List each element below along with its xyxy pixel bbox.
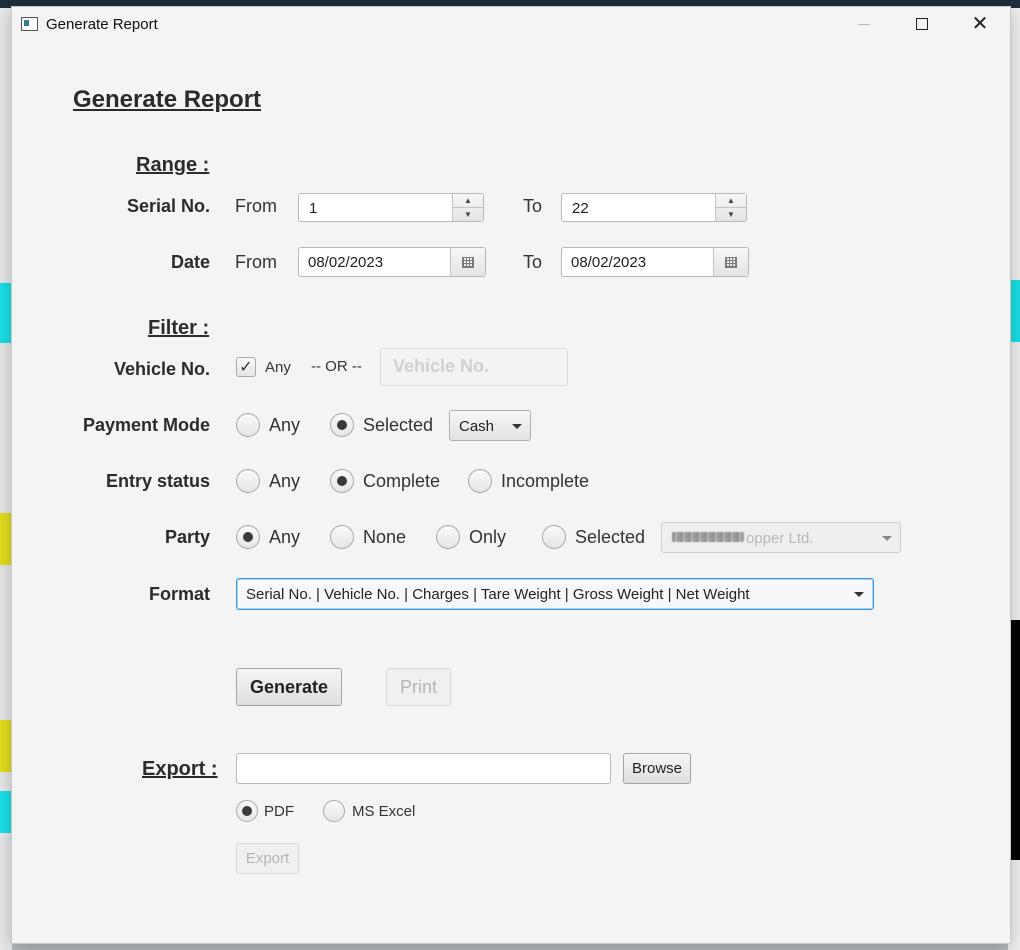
browse-button[interactable]: Browse	[623, 753, 691, 784]
title-bar: Generate Report ✕	[12, 7, 1010, 41]
redacted-text	[672, 532, 744, 542]
payment-selected-label: Selected	[363, 415, 434, 435]
party-only-label: Only	[469, 527, 507, 547]
export-excel-radio[interactable]	[323, 800, 345, 822]
serial-to-value: 22	[572, 200, 589, 217]
format-value: Serial No. | Vehicle No. | Charges | Tar…	[246, 586, 750, 603]
payment-mode-label: Payment Mode	[82, 415, 210, 435]
payment-any-radio[interactable]	[236, 413, 260, 437]
export-path-input[interactable]	[236, 753, 611, 784]
entry-any-radio[interactable]	[236, 469, 260, 493]
maximize-icon	[916, 18, 928, 30]
date-to-picker[interactable]: 08/02/2023	[561, 247, 749, 277]
format-label: Format	[148, 584, 210, 604]
spinner-down-button[interactable]: ▼	[453, 208, 483, 221]
serial-no-label: Serial No.	[126, 196, 210, 216]
party-any-label: Any	[269, 527, 301, 547]
calendar-icon	[725, 256, 737, 268]
calendar-button[interactable]	[450, 248, 485, 276]
serial-to-spinner[interactable]: 22 ▲ ▼	[561, 193, 747, 222]
entry-complete-radio[interactable]	[330, 469, 354, 493]
minimize-icon	[858, 23, 870, 25]
or-separator: -- OR --	[311, 358, 362, 375]
export-pdf-label: PDF	[264, 803, 294, 820]
vehicle-any-label: Any	[265, 359, 291, 376]
party-any-radio[interactable]	[236, 525, 260, 549]
entry-incomplete-label: Incomplete	[501, 471, 590, 491]
spinner-buttons: ▲ ▼	[715, 194, 746, 221]
spinner-buttons: ▲ ▼	[452, 194, 483, 221]
payment-any-label: Any	[269, 415, 301, 435]
calendar-icon	[462, 256, 474, 268]
date-label: Date	[170, 252, 210, 272]
maximize-button[interactable]	[899, 7, 945, 41]
party-only-radio[interactable]	[436, 525, 460, 549]
payment-selected-radio[interactable]	[330, 413, 354, 437]
spinner-down-button[interactable]: ▼	[716, 208, 746, 221]
vehicle-no-label: Vehicle No.	[113, 359, 210, 379]
format-select[interactable]: Serial No. | Vehicle No. | Charges | Tar…	[236, 578, 874, 610]
export-button[interactable]: Export	[236, 843, 299, 874]
spinner-up-button[interactable]: ▲	[716, 194, 746, 208]
close-icon: ✕	[971, 13, 989, 35]
payment-mode-value: Cash	[459, 418, 495, 435]
party-select[interactable]: opper Ltd.	[661, 522, 901, 553]
party-none-label: None	[363, 527, 407, 547]
entry-status-label: Entry status	[105, 471, 210, 491]
spinner-up-button[interactable]: ▲	[453, 194, 483, 208]
export-section-title: Export :	[142, 758, 218, 780]
date-from-picker[interactable]: 08/02/2023	[298, 247, 486, 277]
serial-from-spinner[interactable]: 1 ▲ ▼	[298, 193, 484, 222]
chevron-down-icon	[882, 536, 892, 541]
serial-from-value: 1	[309, 200, 318, 217]
entry-complete-label: Complete	[363, 471, 441, 491]
entry-any-label: Any	[269, 471, 301, 491]
window-title: Generate Report	[46, 16, 158, 33]
vehicle-no-input[interactable]: Vehicle No.	[380, 348, 568, 386]
party-none-radio[interactable]	[330, 525, 354, 549]
print-button[interactable]: Print	[386, 668, 451, 706]
export-pdf-radio[interactable]	[236, 800, 258, 822]
calendar-button[interactable]	[713, 248, 748, 276]
generate-button[interactable]: Generate	[236, 668, 342, 706]
close-button[interactable]: ✕	[957, 7, 1003, 41]
export-excel-label: MS Excel	[352, 803, 416, 820]
date-to-label: To	[523, 252, 543, 272]
serial-from-label: From	[235, 196, 277, 216]
serial-to-label: To	[523, 196, 543, 216]
party-selected-radio[interactable]	[542, 525, 566, 549]
entry-incomplete-radio[interactable]	[468, 469, 492, 493]
party-label: Party	[164, 527, 210, 547]
vehicle-no-placeholder: Vehicle No.	[393, 356, 490, 376]
party-selected-label: Selected	[575, 527, 646, 547]
generate-report-window: Generate Report ✕ Generate Report Range …	[11, 6, 1011, 944]
app-icon	[21, 17, 38, 31]
vehicle-any-checkbox[interactable]: ✓	[236, 357, 256, 377]
chevron-down-icon	[512, 424, 522, 429]
date-to-value: 08/02/2023	[571, 254, 647, 271]
filter-section-title: Filter :	[148, 317, 210, 339]
date-from-label: From	[235, 252, 277, 272]
party-value: opper Ltd.	[746, 530, 814, 547]
chevron-down-icon	[854, 592, 864, 597]
checkmark-icon: ✓	[239, 359, 253, 376]
minimize-button[interactable]	[841, 7, 887, 41]
payment-mode-select[interactable]: Cash	[449, 410, 531, 441]
range-section-title: Range :	[136, 154, 210, 176]
page-title: Generate Report	[73, 86, 262, 113]
date-from-value: 08/02/2023	[308, 254, 384, 271]
